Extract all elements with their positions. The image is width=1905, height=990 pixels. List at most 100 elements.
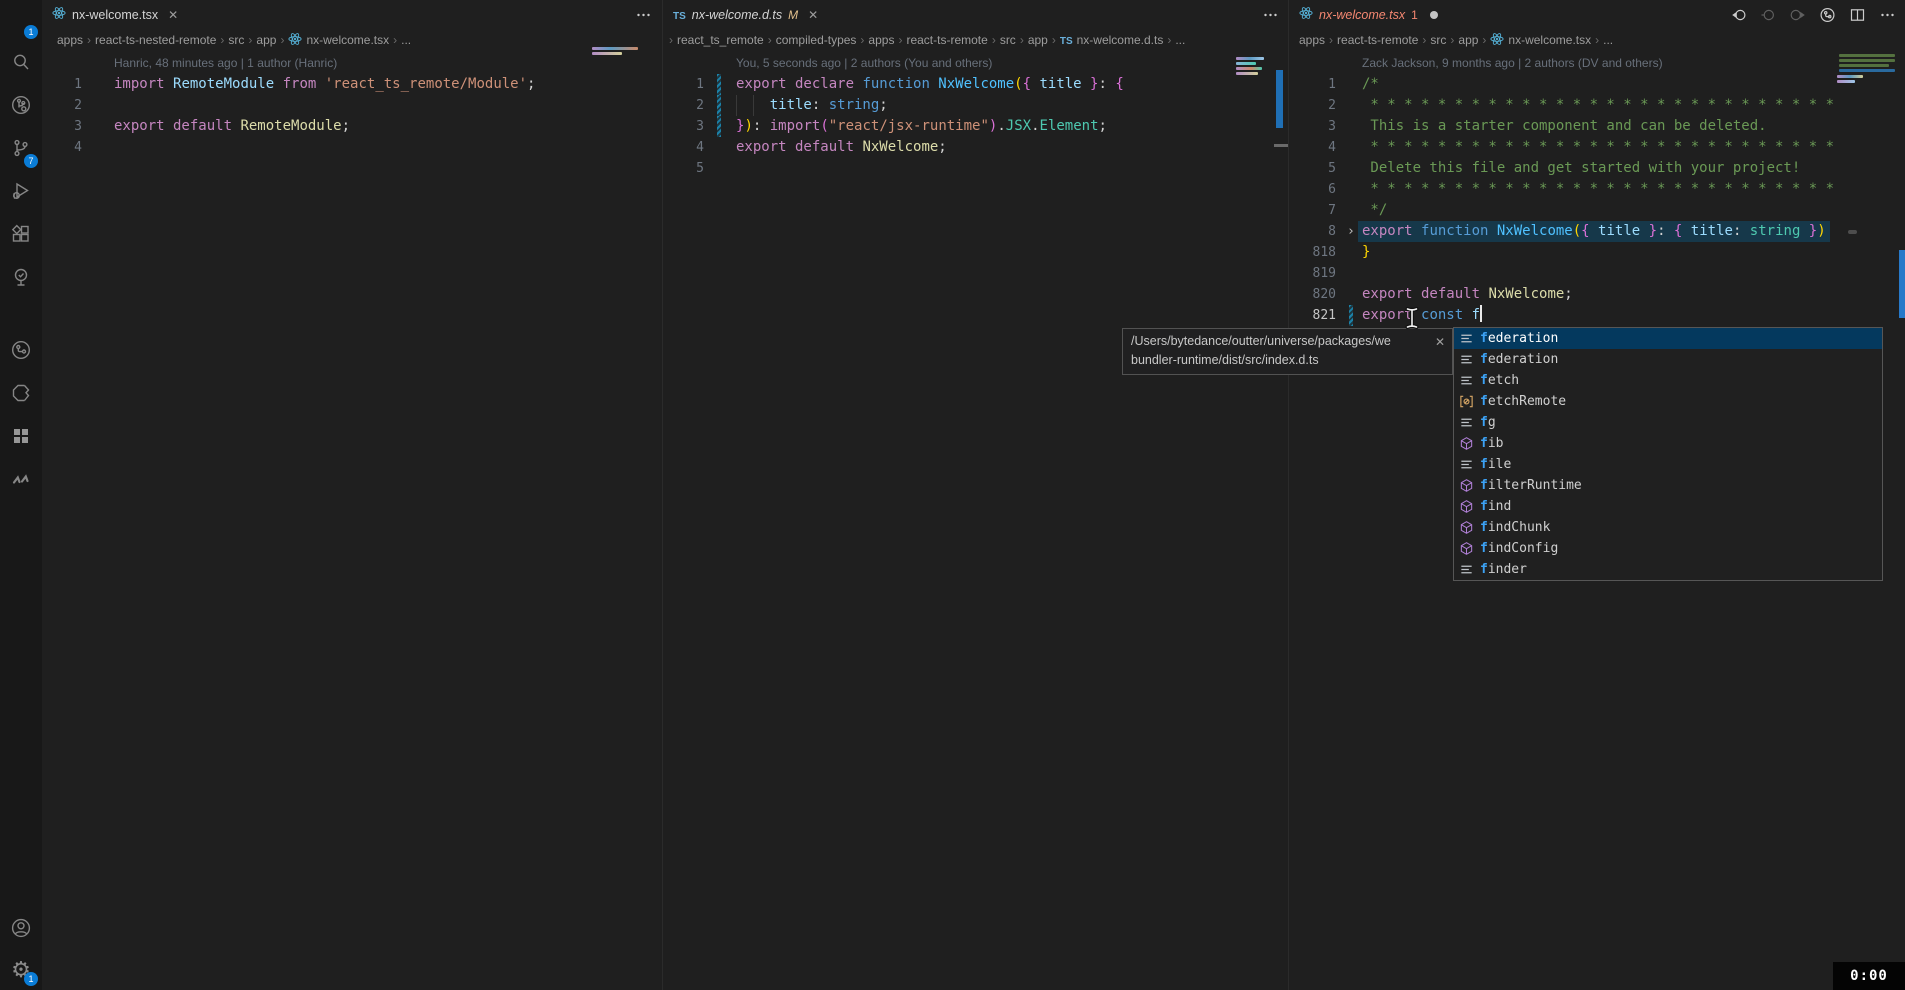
breadcrumb-item[interactable]: apps bbox=[57, 33, 83, 47]
suggest-item-find[interactable]: find bbox=[1454, 496, 1882, 517]
extensions-icon bbox=[9, 222, 33, 251]
breadcrumb-item[interactable]: ... bbox=[1175, 33, 1185, 47]
suggest-item-label: findConfig bbox=[1480, 541, 1558, 556]
close-icon[interactable]: ✕ bbox=[168, 8, 178, 22]
breadcrumb-separator: › bbox=[1167, 33, 1171, 47]
code-text: export const f bbox=[1362, 305, 1482, 326]
close-icon[interactable]: ✕ bbox=[1435, 333, 1445, 352]
breadcrumb-item[interactable]: app bbox=[1458, 33, 1478, 47]
breadcrumb-label: apps bbox=[57, 33, 83, 47]
activity-item-testing-tree[interactable] bbox=[0, 258, 42, 301]
breadcrumb-item[interactable]: react-ts-remote bbox=[1337, 33, 1418, 47]
breadcrumb-item[interactable]: src bbox=[228, 33, 244, 47]
blame-row: You, 5 seconds ago | 2 authors (You and … bbox=[663, 53, 1289, 74]
suggest-item-fib[interactable]: fib bbox=[1454, 433, 1882, 454]
suggest-item-findChunk[interactable]: findChunk bbox=[1454, 517, 1882, 538]
suggest-item-label: fetch bbox=[1480, 373, 1519, 388]
breadcrumb-separator: › bbox=[992, 33, 996, 47]
tab-nx-welcome.tsx[interactable]: nx-welcome.tsx1 bbox=[1289, 0, 1448, 30]
account-icon bbox=[9, 916, 33, 945]
fold-chevron-icon[interactable]: › bbox=[1347, 221, 1355, 242]
code-line: 2 bbox=[42, 95, 662, 116]
activity-item-settings[interactable]: ⚙1 bbox=[0, 950, 42, 990]
activity-item-explorer[interactable]: 1 bbox=[0, 0, 42, 43]
activity-item-source-control[interactable]: 7 bbox=[0, 129, 42, 172]
suggest-item-federation[interactable]: federation bbox=[1454, 349, 1882, 370]
more-icon[interactable] bbox=[634, 6, 652, 24]
code-editor[interactable]: You, 5 seconds ago | 2 authors (You and … bbox=[663, 53, 1289, 990]
suggest-item-federation[interactable]: federation bbox=[1454, 328, 1882, 349]
wave-icon bbox=[9, 467, 33, 496]
suggest-item-findConfig[interactable]: findConfig bbox=[1454, 538, 1882, 559]
code-text: * * * * * * * * * * * * * * * * * * * * … bbox=[1362, 179, 1834, 200]
breadcrumb-item[interactable]: react-ts-remote bbox=[906, 33, 987, 47]
dirty-dot-icon[interactable] bbox=[1430, 11, 1438, 19]
tab-label: nx-welcome.tsx bbox=[1319, 8, 1405, 22]
line-number: 818 bbox=[1289, 242, 1336, 263]
breadcrumb-label: nx-welcome.tsx bbox=[1508, 33, 1591, 47]
breadcrumb-item[interactable]: app bbox=[256, 33, 276, 47]
breadcrumb-item[interactable]: ... bbox=[1603, 33, 1613, 47]
breadcrumb-separator: › bbox=[669, 33, 673, 47]
minimap bbox=[1839, 59, 1895, 62]
more-icon[interactable] bbox=[1878, 6, 1896, 24]
modified-gutter-marker bbox=[717, 95, 721, 116]
minimap bbox=[1837, 75, 1863, 78]
code-text: }): import("react/jsx-runtime").JSX.Elem… bbox=[736, 116, 1107, 137]
nav-back-icon[interactable] bbox=[1728, 6, 1746, 24]
activity-item-run-debug[interactable] bbox=[0, 172, 42, 215]
line-number: 4 bbox=[663, 137, 704, 158]
file-type-icon bbox=[52, 6, 66, 25]
breadcrumb-item[interactable]: nx-welcome.tsx bbox=[288, 32, 389, 49]
more-icon[interactable] bbox=[1261, 6, 1279, 24]
activity-item-grid-apps[interactable] bbox=[0, 417, 42, 460]
close-icon[interactable]: ✕ bbox=[808, 8, 818, 22]
blame-row: Zack Jackson, 9 months ago | 2 authors (… bbox=[1289, 53, 1905, 74]
breadcrumb-separator: › bbox=[860, 33, 864, 47]
code-line: 2 * * * * * * * * * * * * * * * * * * * … bbox=[1289, 95, 1905, 116]
breadcrumb: apps›react-ts-nested-remote›src›app›nx-w… bbox=[57, 30, 411, 50]
suggest-item-fetch[interactable]: fetch bbox=[1454, 370, 1882, 391]
suggest-item-fg[interactable]: fg bbox=[1454, 412, 1882, 433]
breadcrumb-item[interactable]: app bbox=[1028, 33, 1048, 47]
breadcrumb-item[interactable]: apps bbox=[1299, 33, 1325, 47]
breadcrumb-item[interactable]: react-ts-nested-remote bbox=[95, 33, 216, 47]
breadcrumb-item[interactable]: src bbox=[1430, 33, 1446, 47]
fold-ellipsis[interactable] bbox=[1848, 230, 1857, 234]
line-number: 5 bbox=[663, 158, 704, 179]
code-text: export default RemoteModule; bbox=[114, 116, 350, 137]
code-text: import RemoteModule from 'react_ts_remot… bbox=[114, 74, 535, 95]
minimap bbox=[1236, 72, 1258, 75]
activity-item-nx-console[interactable] bbox=[0, 374, 42, 417]
breadcrumb-item[interactable]: react_ts_remote bbox=[677, 33, 764, 47]
breadcrumb-label: src bbox=[1000, 33, 1016, 47]
suggest-item-filterRuntime[interactable]: filterRuntime bbox=[1454, 475, 1882, 496]
symbol-method-icon bbox=[1458, 520, 1474, 536]
breadcrumb-item[interactable]: src bbox=[1000, 33, 1016, 47]
activity-item-wave[interactable] bbox=[0, 460, 42, 503]
breadcrumb-item[interactable]: apps bbox=[868, 33, 894, 47]
activity-item-git-graph[interactable] bbox=[0, 331, 42, 374]
suggest-item-finder[interactable]: finder bbox=[1454, 559, 1882, 580]
breadcrumb-item[interactable]: nx-welcome.tsx bbox=[1490, 32, 1591, 49]
tab-label: nx-welcome.d.ts bbox=[692, 8, 782, 22]
activity-item-account[interactable] bbox=[0, 910, 42, 950]
activity-item-search[interactable] bbox=[0, 43, 42, 86]
breadcrumb-item[interactable]: ... bbox=[401, 33, 411, 47]
breadcrumb-separator: › bbox=[1052, 33, 1056, 47]
activity-item-extensions[interactable] bbox=[0, 215, 42, 258]
line-number: 1 bbox=[42, 74, 82, 95]
breadcrumb-item[interactable]: TSnx-welcome.d.ts bbox=[1060, 33, 1163, 47]
suggest-item-fetchRemote[interactable]: fetchRemote bbox=[1454, 391, 1882, 412]
activity-item-gitlens[interactable] bbox=[0, 86, 42, 129]
tab-nx-welcome.d.ts[interactable]: TSnx-welcome.d.tsM✕ bbox=[663, 0, 828, 30]
tab-nx-welcome.tsx[interactable]: nx-welcome.tsx✕ bbox=[42, 0, 188, 30]
git-graph-icon[interactable] bbox=[1818, 6, 1836, 24]
gitlens-icon bbox=[9, 93, 33, 122]
code-editor[interactable]: Hanric, 48 minutes ago | 1 author (Hanri… bbox=[42, 53, 662, 990]
breadcrumb-item[interactable]: compiled-types bbox=[776, 33, 857, 47]
suggest-item-file[interactable]: file bbox=[1454, 454, 1882, 475]
minimap bbox=[1236, 67, 1262, 70]
split-editor-icon[interactable] bbox=[1848, 6, 1866, 24]
symbol-method-icon bbox=[1458, 499, 1474, 515]
